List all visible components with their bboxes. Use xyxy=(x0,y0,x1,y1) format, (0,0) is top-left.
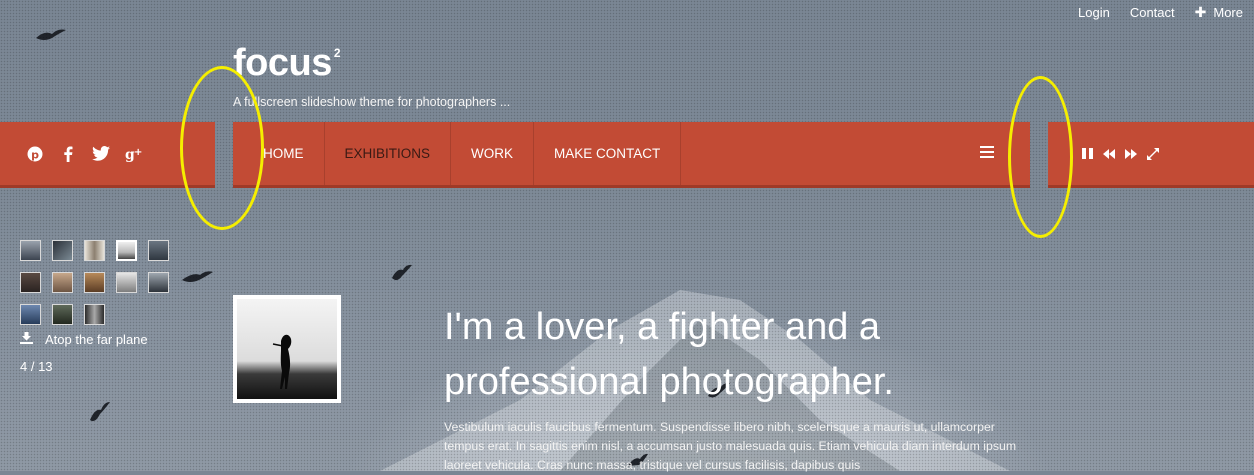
pinterest-icon[interactable]: p xyxy=(18,144,51,164)
more-label: More xyxy=(1213,5,1243,20)
google-plus-icon[interactable]: g + xyxy=(117,144,150,164)
main-nav: HOME EXHIBITIONS WORK MAKE CONTACT xyxy=(233,122,1030,185)
thumbnail[interactable] xyxy=(84,304,105,325)
thumbnail[interactable] xyxy=(20,240,41,261)
highlight-ellipse-right xyxy=(1008,76,1073,238)
slide-caption: Atop the far plane xyxy=(20,332,148,347)
main-nav-bar: HOME EXHIBITIONS WORK MAKE CONTACT xyxy=(233,122,1030,188)
site-tagline: A fullscreen slideshow theme for photogr… xyxy=(233,95,511,109)
top-links: Login Contact ✚ More xyxy=(1058,4,1243,21)
thumbnail-active[interactable] xyxy=(116,240,137,261)
rewind-icon[interactable] xyxy=(1103,148,1115,159)
logo-superscript: 2 xyxy=(333,46,341,60)
twitter-icon[interactable] xyxy=(84,144,117,164)
facebook-icon[interactable] xyxy=(51,144,84,164)
thumbnail[interactable] xyxy=(116,272,137,293)
nav-item-work[interactable]: WORK xyxy=(451,122,535,185)
bird-icon xyxy=(182,271,213,282)
thumbnail[interactable] xyxy=(84,272,105,293)
svg-text:+: + xyxy=(134,147,142,158)
nav-item-make-contact[interactable]: MAKE CONTACT xyxy=(534,122,682,185)
slideshow-controls-bar xyxy=(1048,122,1254,188)
thumbnail[interactable] xyxy=(84,240,105,261)
thumbnail[interactable] xyxy=(52,240,73,261)
thumbnail[interactable] xyxy=(52,304,73,325)
thumbnail[interactable] xyxy=(20,272,41,293)
slide-caption-text: Atop the far plane xyxy=(45,332,148,347)
thumbnail-grid xyxy=(20,240,169,325)
bird-icon xyxy=(392,264,412,281)
bird-icon xyxy=(90,402,110,422)
nav-item-exhibitions[interactable]: EXHIBITIONS xyxy=(325,122,452,185)
highlight-ellipse-left xyxy=(180,66,264,230)
fullscreen-icon[interactable] xyxy=(1147,147,1159,160)
thumbnail[interactable] xyxy=(148,240,169,261)
hamburger-menu-icon[interactable] xyxy=(980,146,994,161)
thumbnail[interactable] xyxy=(52,272,73,293)
login-link[interactable]: Login xyxy=(1078,4,1110,21)
more-link[interactable]: ✚ More xyxy=(1195,4,1243,21)
hero-headline: I'm a lover, a fighter and a professiona… xyxy=(444,306,894,403)
hero-body-text: Vestibulum iaculis faucibus fermentum. S… xyxy=(444,420,1017,472)
slide-counter: 4 / 13 xyxy=(20,359,53,374)
logo-text: focus xyxy=(233,42,332,84)
thumbnail[interactable] xyxy=(148,272,169,293)
pause-icon[interactable] xyxy=(1082,148,1093,159)
contact-link[interactable]: Contact xyxy=(1130,4,1175,21)
fast-forward-icon[interactable] xyxy=(1125,148,1137,159)
download-icon[interactable] xyxy=(20,332,33,347)
thumbnail[interactable] xyxy=(20,304,41,325)
bird-icon xyxy=(36,29,66,40)
svg-text:p: p xyxy=(31,148,39,161)
site-logo[interactable]: focus 2 xyxy=(233,42,341,84)
profile-photo xyxy=(233,295,341,403)
plus-icon: ✚ xyxy=(1194,4,1207,20)
